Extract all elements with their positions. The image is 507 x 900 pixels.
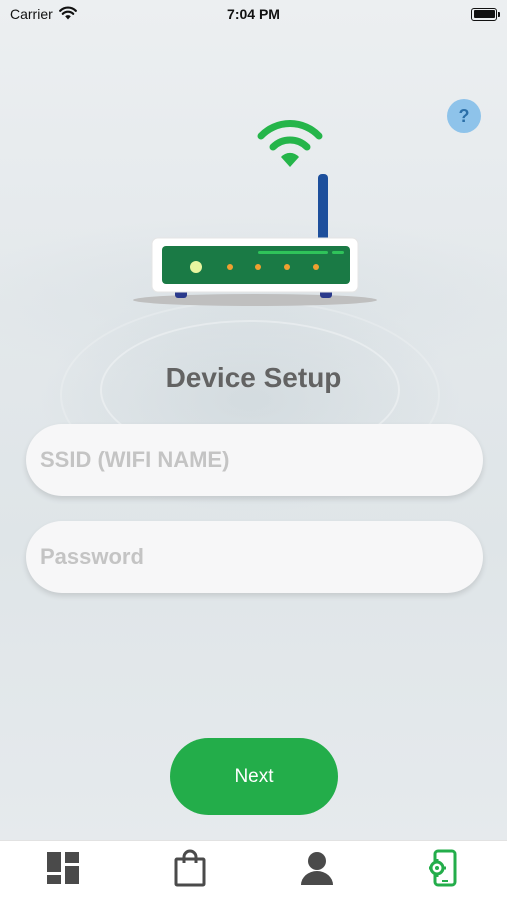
router-wifi-icon: [130, 112, 380, 312]
help-button[interactable]: ?: [447, 99, 481, 133]
tab-dashboard[interactable]: [0, 841, 127, 900]
page-title: Device Setup: [165, 362, 342, 393]
wifi-icon: [58, 6, 77, 23]
carrier-label: Carrier: [10, 6, 53, 22]
shopping-bag-icon: [174, 849, 206, 892]
dashboard-icon: [46, 851, 80, 890]
tab-bar: [0, 840, 507, 900]
help-icon: ?: [458, 105, 470, 126]
password-field-container: [26, 521, 483, 593]
ssid-field-container: [26, 424, 483, 496]
next-button[interactable]: Next: [170, 738, 338, 815]
battery-icon: [471, 7, 500, 21]
profile-icon: [299, 850, 335, 891]
ssid-input[interactable]: [26, 424, 483, 496]
password-input[interactable]: [26, 521, 483, 593]
status-left: Carrier: [10, 6, 77, 23]
device-setup-screen: Carrier 7:04 PM ? Device Setup SSID (WIF…: [0, 0, 507, 900]
tab-profile[interactable]: [254, 841, 381, 900]
tab-shop[interactable]: [127, 841, 254, 900]
device-settings-icon: [427, 849, 459, 892]
tab-device-setup[interactable]: [380, 841, 507, 900]
status-bar: Carrier 7:04 PM: [0, 0, 507, 28]
